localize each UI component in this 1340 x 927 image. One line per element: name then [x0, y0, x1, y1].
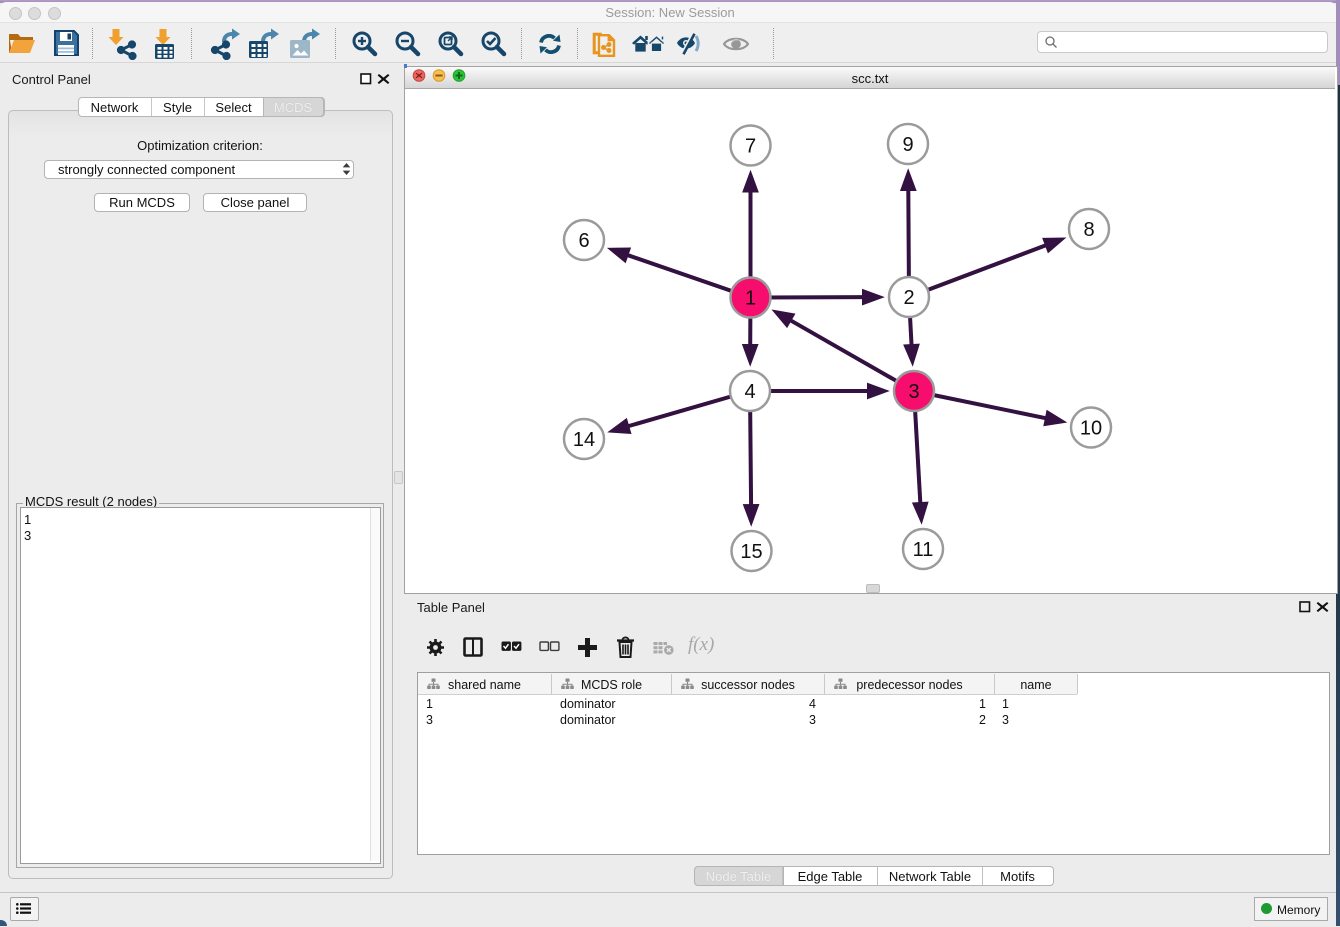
svg-text:6: 6	[578, 230, 589, 252]
svg-text:4: 4	[744, 381, 755, 403]
svg-text:3: 3	[908, 381, 919, 403]
svg-text:8: 8	[1083, 219, 1094, 241]
svg-text:10: 10	[1080, 418, 1102, 440]
svg-text:1: 1	[745, 288, 756, 310]
svg-text:7: 7	[745, 136, 756, 158]
svg-text:14: 14	[573, 429, 595, 451]
svg-text:11: 11	[913, 539, 934, 561]
svg-text:9: 9	[902, 134, 913, 156]
svg-text:2: 2	[903, 287, 914, 309]
svg-text:15: 15	[740, 541, 762, 563]
